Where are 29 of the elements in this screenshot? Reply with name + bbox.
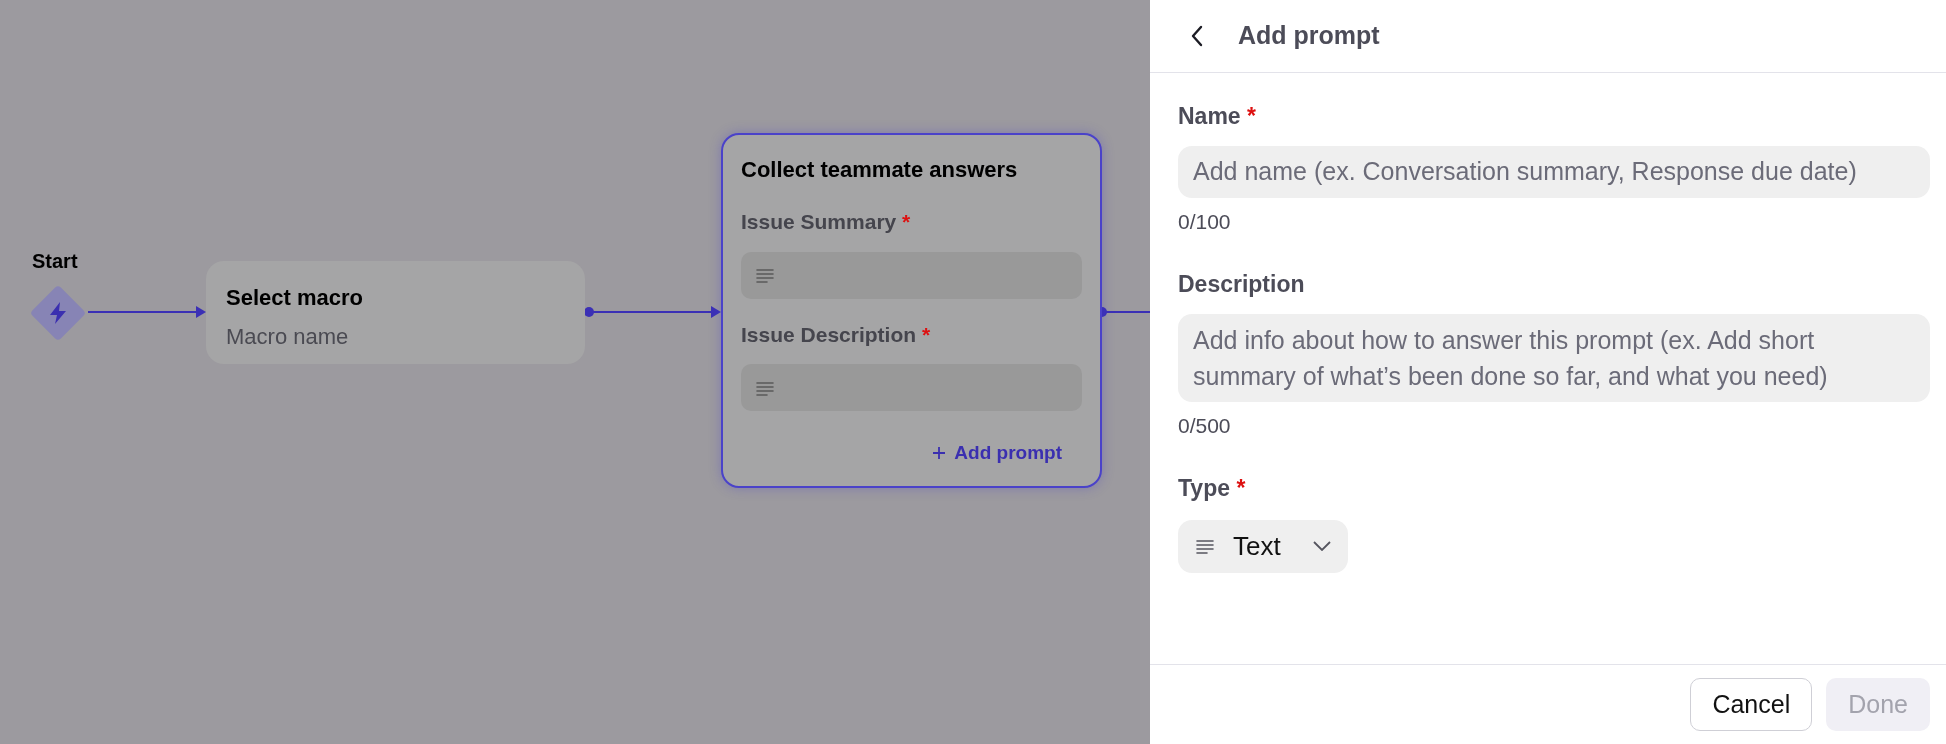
node-subtitle: Macro name xyxy=(226,323,350,351)
text-lines-icon xyxy=(1195,538,1215,554)
panel-title: Add prompt xyxy=(1238,20,1380,52)
add-prompt-button[interactable]: Add prompt xyxy=(932,439,1082,468)
required-mark: * xyxy=(1247,103,1256,129)
start-label: Start xyxy=(32,249,78,274)
back-button[interactable] xyxy=(1190,25,1204,47)
cancel-button[interactable]: Cancel xyxy=(1690,678,1813,731)
name-input[interactable]: Add name (ex. Conversation summary, Response due date) xyxy=(1178,145,1930,198)
required-mark: * xyxy=(902,210,911,233)
character-counter: 0/500 xyxy=(1178,412,1232,439)
field-label: Name * xyxy=(1178,102,1257,131)
field-label: Type * xyxy=(1178,474,1247,503)
chevron-down-icon xyxy=(1312,541,1331,551)
text-lines-icon xyxy=(755,267,775,283)
character-counter: 0/100 xyxy=(1178,208,1232,235)
description-input[interactable]: Add info about how to answer this prompt (ex. Add short summary of what’s been done so far, and what you need) xyxy=(1178,313,1930,402)
node-title: Select macro xyxy=(226,284,364,312)
workflow-node[interactable]: Collect teammate answers Issue Summary * Issue Description * Add prompt xyxy=(721,133,1102,488)
node-title: Collect teammate answers xyxy=(741,156,1019,184)
field-label: Description xyxy=(1178,270,1306,299)
plus-icon xyxy=(932,446,947,461)
required-mark: * xyxy=(921,322,931,346)
required-mark: * xyxy=(1236,475,1246,501)
prompt-label: Issue Summary * xyxy=(741,209,912,235)
type-dropdown[interactable]: Text xyxy=(1178,519,1348,573)
text-lines-icon xyxy=(755,379,775,396)
prompt-label: Issue Description * xyxy=(741,321,932,348)
workflow-node[interactable]: Select macro Macro name xyxy=(206,261,585,364)
